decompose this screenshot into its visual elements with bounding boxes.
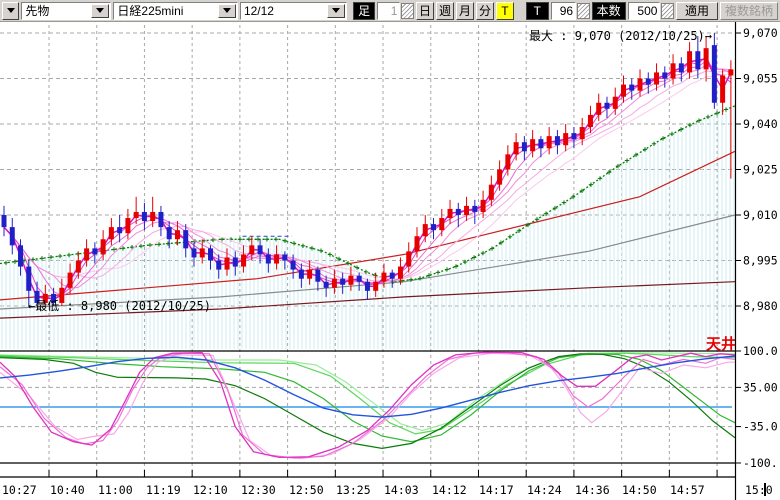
svg-text:11:00: 11:00 bbox=[98, 483, 133, 497]
market-select[interactable]: 先物 bbox=[21, 2, 111, 20]
symbol-select-value: 日経225mini bbox=[114, 3, 217, 19]
svg-text:14:12: 14:12 bbox=[432, 483, 467, 497]
chart-canvas[interactable]: 9,070 9,055 9,040 9,025 9,010 8,995 8,980 最大 : … bbox=[0, 22, 780, 500]
svg-text:12:10: 12:10 bbox=[193, 483, 228, 497]
svg-text:9,025: 9,025 bbox=[743, 162, 778, 176]
contract-date-select[interactable]: 12/12 bbox=[240, 2, 347, 20]
period-month-button[interactable]: 月 bbox=[456, 2, 474, 20]
symbol-select-button[interactable] bbox=[218, 4, 236, 18]
chart-application-window: 先物 日経225mini 12/12 足 1 日 週 月 分 T T 96 本数… bbox=[0, 0, 780, 500]
svg-text:9,010: 9,010 bbox=[743, 208, 778, 222]
chevron-down-icon bbox=[223, 8, 231, 13]
market-select-value: 先物 bbox=[22, 3, 90, 19]
chevron-down-icon bbox=[96, 8, 104, 13]
tick-label-chip: T bbox=[526, 2, 549, 20]
period-day-button[interactable]: 日 bbox=[416, 2, 434, 20]
svg-text:8,995: 8,995 bbox=[743, 253, 778, 267]
bar-count-spin-button[interactable] bbox=[661, 3, 674, 19]
svg-text:-35.0: -35.0 bbox=[743, 420, 778, 434]
svg-text:9,040: 9,040 bbox=[743, 117, 778, 131]
svg-text:15:0: 15:0 bbox=[745, 483, 773, 497]
tick-count-input[interactable]: 96 bbox=[551, 2, 576, 20]
svg-text:←最低 : 8,980 (2012/10/25): ←最低 : 8,980 (2012/10/25) bbox=[28, 299, 211, 313]
bar-count-input[interactable]: 500 bbox=[628, 2, 661, 20]
svg-text:天井: 天井 bbox=[706, 335, 736, 353]
svg-text:100.0: 100.0 bbox=[743, 344, 778, 358]
tick-count-spin-button[interactable] bbox=[577, 3, 590, 19]
svg-text:14:24: 14:24 bbox=[527, 483, 562, 497]
period-tick-button[interactable]: T bbox=[496, 2, 514, 20]
svg-text:最大 : 9,070 (2012/10/25)→: 最大 : 9,070 (2012/10/25)→ bbox=[529, 29, 712, 43]
svg-text:12:30: 12:30 bbox=[241, 483, 276, 497]
svg-text:14:03: 14:03 bbox=[384, 483, 419, 497]
bar-count-label-chip: 本数 bbox=[592, 2, 626, 20]
svg-text:13:25: 13:25 bbox=[336, 483, 371, 497]
toolbar: 先物 日経225mini 12/12 足 1 日 週 月 分 T T 96 本数… bbox=[0, 0, 780, 22]
svg-text:-100.: -100. bbox=[743, 456, 778, 470]
svg-text:14:57: 14:57 bbox=[670, 483, 705, 497]
svg-text:14:50: 14:50 bbox=[622, 483, 657, 497]
interval-spin-button[interactable] bbox=[401, 3, 414, 19]
contract-date-select-value: 12/12 bbox=[241, 3, 326, 19]
svg-text:12:50: 12:50 bbox=[289, 483, 324, 497]
contract-date-select-button[interactable] bbox=[327, 4, 345, 18]
svg-text:14:17: 14:17 bbox=[479, 483, 514, 497]
chevron-down-icon bbox=[7, 8, 15, 13]
multi-symbol-button[interactable]: 複数銘柄 bbox=[720, 2, 778, 20]
bar-type-label-chip: 足 bbox=[353, 2, 375, 20]
svg-text:10:40: 10:40 bbox=[50, 483, 85, 497]
svg-text:10:27: 10:27 bbox=[2, 483, 37, 497]
svg-text:9,070: 9,070 bbox=[743, 26, 778, 40]
svg-text:14:36: 14:36 bbox=[575, 483, 610, 497]
svg-text:11:19: 11:19 bbox=[146, 483, 181, 497]
window-dropdown-button[interactable] bbox=[2, 2, 19, 20]
apply-button[interactable]: 適用 bbox=[676, 2, 718, 20]
symbol-select[interactable]: 日経225mini bbox=[113, 2, 238, 20]
chart-area: 9,070 9,055 9,040 9,025 9,010 8,995 8,980 最大 : … bbox=[0, 22, 780, 500]
svg-text:9,055: 9,055 bbox=[743, 71, 778, 85]
period-minute-button[interactable]: 分 bbox=[476, 2, 494, 20]
interval-input[interactable]: 1 bbox=[377, 2, 400, 20]
svg-text:35.00: 35.00 bbox=[743, 380, 778, 394]
chevron-down-icon bbox=[332, 8, 340, 13]
svg-text:8,980: 8,980 bbox=[743, 299, 778, 313]
period-week-button[interactable]: 週 bbox=[436, 2, 454, 20]
market-select-button[interactable] bbox=[91, 4, 109, 18]
